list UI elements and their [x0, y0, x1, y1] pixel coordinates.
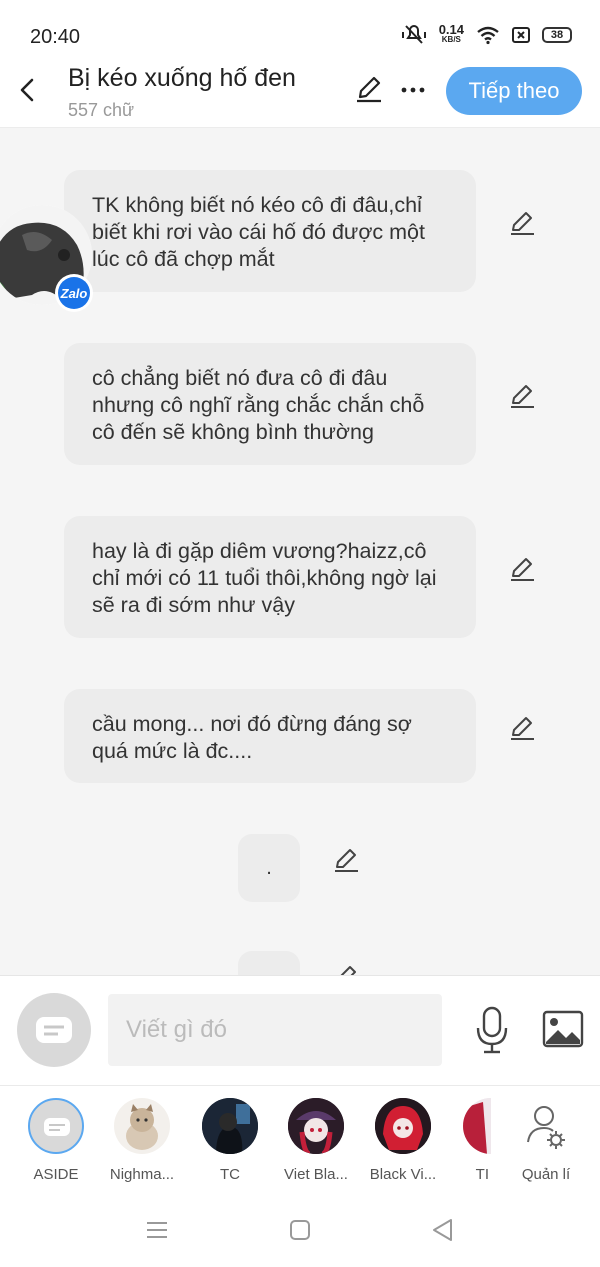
input-bar: [0, 975, 600, 1085]
anime-partial-image: [463, 1098, 491, 1154]
back-triangle-icon[interactable]: [430, 1217, 456, 1243]
message-bubble[interactable]: cô chẳng biết nó đưa cô đi đâu nhưng cô …: [64, 343, 476, 465]
character-avatar: [288, 1098, 344, 1154]
edit-message-pencil-icon[interactable]: [332, 846, 360, 874]
edit-message-pencil-icon[interactable]: [508, 714, 536, 742]
message-bubble[interactable]: .: [238, 834, 300, 902]
user-settings-icon: [527, 1106, 565, 1149]
anime-red-hair-image: [375, 1098, 431, 1154]
wifi-icon: [477, 26, 499, 45]
character-aside[interactable]: ASIDE: [11, 1098, 101, 1183]
chat-area[interactable]: TK không biết nó kéo cô đi đâu,chỉ biết …: [0, 129, 600, 975]
character-name: Nighma...: [109, 1166, 175, 1183]
message-bubble[interactable]: cầu mong... nơi đó đừng đáng sợ quá mức …: [64, 689, 476, 783]
character-name: Black Vi...: [369, 1166, 437, 1183]
character-selector: ASIDE Nighma... TC Viet Bla... Black Vi.…: [0, 1085, 600, 1193]
recent-apps-icon[interactable]: [144, 1217, 170, 1243]
zalo-badge: Zalo: [55, 274, 93, 312]
character-black-vi[interactable]: Black Vi...: [358, 1098, 448, 1183]
anime-girl-hat-image: [288, 1098, 344, 1154]
character-avatar: [28, 1098, 84, 1154]
message-text: hay là đi gặp diêm vương?haizz,cô chỉ mớ…: [92, 539, 437, 617]
character-avatar: [202, 1098, 258, 1154]
image-picker-icon[interactable]: [542, 1010, 584, 1048]
aside-toggle-button[interactable]: [17, 993, 91, 1067]
edit-message-pencil-icon[interactable]: [508, 555, 536, 583]
sim-icon: [512, 27, 530, 43]
character-avatar: [375, 1098, 431, 1154]
aside-bubble-icon: [44, 1118, 70, 1136]
mute-vibrate-icon: [401, 25, 426, 44]
character-nighmare[interactable]: Nighma...: [97, 1098, 187, 1183]
status-time: 20:40: [30, 26, 81, 48]
message-input[interactable]: [108, 994, 442, 1066]
story-title: Bị kéo xuống hố đen: [68, 64, 296, 92]
character-name: Viet Bla...: [284, 1166, 348, 1183]
character-name: TC: [220, 1166, 240, 1183]
status-icons: 0.14 KB/S 38: [401, 22, 572, 46]
microphone-icon[interactable]: [474, 1006, 510, 1054]
edit-title-pencil-icon[interactable]: [354, 74, 384, 104]
message-text: .: [266, 857, 272, 879]
story-header: Bị kéo xuống hố đen 557 chữ Tiếp theo: [0, 60, 600, 128]
message-text: cô chẳng biết nó đưa cô đi đâu nhưng cô …: [92, 366, 425, 444]
more-options-icon[interactable]: [400, 74, 426, 104]
aside-bubble-icon: [36, 1017, 72, 1043]
dark-anime-image: [202, 1098, 258, 1154]
character-name: Quản lí: [521, 1166, 571, 1183]
character-viet-black[interactable]: Viet Bla...: [271, 1098, 361, 1183]
system-navigation-bar: [0, 1193, 600, 1267]
message-text: TK không biết nó kéo cô đi đâu,chỉ biết …: [92, 193, 425, 271]
message-text: cầu mong... nơi đó đừng đáng sợ quá mức …: [92, 712, 412, 763]
word-count: 557 chữ: [68, 100, 135, 120]
message-bubble[interactable]: hay là đi gặp diêm vương?haizz,cô chỉ mớ…: [64, 516, 476, 638]
manage-characters-button[interactable]: Quản lí: [501, 1098, 591, 1183]
edit-message-pencil-icon[interactable]: [508, 382, 536, 410]
character-avatar: [114, 1098, 170, 1154]
character-ti[interactable]: TI: [445, 1098, 491, 1183]
character-avatar: [463, 1098, 491, 1154]
edit-message-pencil-icon[interactable]: [508, 209, 536, 237]
status-bar: 20:40 0.14 KB/S 38: [0, 0, 600, 60]
character-name: TI: [475, 1166, 489, 1183]
message-bubble[interactable]: TK không biết nó kéo cô đi đâu,chỉ biết …: [64, 170, 476, 292]
battery-icon: 38: [542, 27, 572, 43]
edit-message-pencil-icon[interactable]: [332, 963, 360, 975]
manage-characters-icon: [518, 1098, 574, 1154]
message-bubble-partial[interactable]: [238, 951, 300, 975]
cat-plush-image: [126, 1104, 158, 1150]
network-speed: 0.14 KB/S: [438, 22, 464, 44]
home-icon[interactable]: [287, 1217, 313, 1243]
character-name: ASIDE: [33, 1166, 79, 1183]
next-button[interactable]: Tiếp theo: [446, 67, 582, 115]
back-arrow-icon[interactable]: [14, 74, 40, 106]
character-tc[interactable]: TC: [185, 1098, 275, 1183]
